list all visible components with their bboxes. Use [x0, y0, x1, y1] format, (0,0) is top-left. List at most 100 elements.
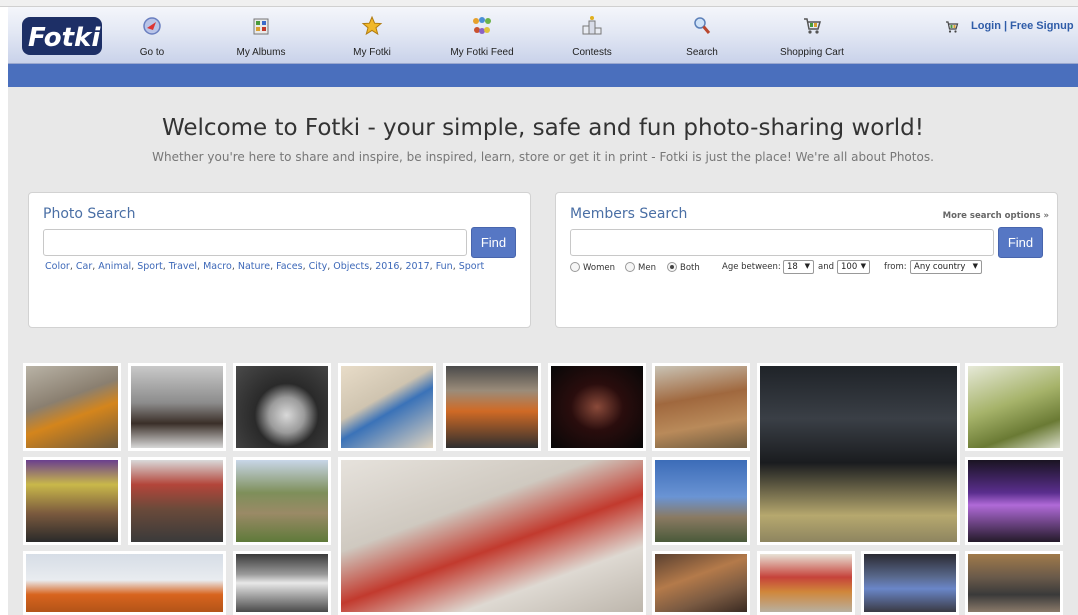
photo-winter-trees[interactable] [652, 457, 750, 545]
main-content: Welcome to Fotki - your simple, safe and… [8, 87, 1078, 615]
photo-vintage-motorcycle[interactable] [128, 363, 226, 451]
photo-thumbnail-image [655, 366, 747, 448]
photo-find-button[interactable]: Find [471, 227, 516, 258]
photo-magazine-cover[interactable] [23, 457, 121, 545]
photo-stage-performers[interactable] [548, 363, 646, 451]
nav-contests[interactable]: Contests [547, 15, 637, 58]
age-max-select[interactable]: 100 ▼ [837, 260, 870, 274]
photo-thumbnail-image [131, 366, 223, 448]
photo-thumbnail-image [760, 366, 957, 542]
photo-woman-portrait[interactable] [652, 551, 750, 615]
photo-tag-link[interactable]: Fun [436, 261, 453, 272]
photo-thumbnail-image [26, 366, 118, 448]
more-search-options-link[interactable]: More search options » [943, 211, 1049, 221]
country-arrow-icon: ▼ [972, 262, 978, 270]
albums-icon [253, 18, 269, 35]
photo-tag-link[interactable]: Travel [169, 261, 197, 272]
photo-tag-link[interactable]: Nature [238, 261, 270, 272]
photo-thumbnail-image [236, 554, 328, 612]
photo-tag-link[interactable]: Faces [276, 261, 302, 272]
photo-tag-link[interactable]: Objects [333, 261, 369, 272]
gender-men-option[interactable]: Men [625, 262, 656, 273]
gender-women-option[interactable]: Women [570, 262, 615, 273]
photo-thumbnail-image [968, 554, 1060, 612]
photo-tow-truck[interactable] [23, 551, 226, 615]
photo-tag-link[interactable]: Animal [98, 261, 131, 272]
photo-search-input[interactable] [43, 229, 467, 256]
photo-stormtrooper[interactable] [233, 551, 331, 615]
photo-country-path[interactable] [233, 457, 331, 545]
country-value: Any country [914, 262, 966, 272]
photo-thumbnail-image [341, 460, 643, 612]
free-signup-link[interactable]: Free Signup [1010, 20, 1074, 32]
photo-blue-classic-car[interactable] [861, 551, 959, 615]
age-between-label: Age between: [722, 262, 781, 272]
country-select[interactable]: Any country ▼ [910, 260, 982, 274]
gender-women-radio[interactable] [570, 262, 580, 272]
photo-stacked-boxes[interactable] [338, 457, 646, 615]
nav-fotki-feed[interactable]: My Fotki Feed [437, 15, 527, 58]
photo-orange-toy-car[interactable] [443, 363, 541, 451]
browser-top-strip [0, 0, 1078, 7]
mini-cart-icon[interactable] [945, 20, 959, 34]
photo-vinyl-record[interactable] [338, 363, 436, 451]
nav-goto[interactable]: Go to [107, 15, 197, 58]
photo-car-wheel[interactable] [233, 363, 331, 451]
photo-toy-car-shelf[interactable] [757, 551, 855, 615]
gender-men-label: Men [638, 263, 656, 273]
gender-women-label: Women [583, 263, 616, 273]
podium-icon [582, 16, 602, 35]
gender-men-radio[interactable] [625, 262, 635, 272]
site-header: Fotki Go to My Albums My Fotki My Fotki … [8, 7, 1078, 64]
photo-singer-stage[interactable] [965, 457, 1063, 545]
photo-tag-link[interactable]: 2017 [405, 261, 429, 272]
gender-both-radio[interactable] [667, 262, 677, 272]
photo-search-title: Photo Search [43, 206, 136, 222]
photo-thumbnail-image [655, 460, 747, 542]
age-min-select[interactable]: 18 ▼ [783, 260, 814, 274]
photo-tag-link[interactable]: Sport [137, 261, 163, 272]
nav-search[interactable]: Search [657, 15, 747, 58]
photo-tag-link[interactable]: City [309, 261, 328, 272]
photo-thumbnail-image [864, 554, 956, 612]
photo-thumbnail-image [26, 554, 223, 612]
photo-thumbnail-image [760, 554, 852, 612]
photo-black-pickup-truck[interactable] [757, 363, 960, 545]
age-max-value: 100 [841, 262, 858, 272]
members-find-button[interactable]: Find [998, 227, 1043, 258]
photo-tag-link[interactable]: Car [76, 261, 92, 272]
nav-my-albums-label: My Albums [236, 47, 286, 58]
auth-links: Login | Free Signup [971, 20, 1074, 32]
photo-autumn-branches[interactable] [652, 363, 750, 451]
photo-thumbnail-image [26, 460, 118, 542]
photo-tag-list: Color, Car, Animal, Sport, Travel, Macro… [45, 261, 484, 272]
photo-thumbnail-image [446, 366, 538, 448]
photo-street-cafe[interactable] [128, 457, 226, 545]
members-search-input[interactable] [570, 229, 994, 256]
members-search-panel: Members Search More search options » Fin… [555, 192, 1058, 328]
photo-green-vines[interactable] [965, 363, 1063, 451]
nav-my-fotki-label: My Fotki [353, 47, 391, 58]
photo-street-night[interactable] [965, 551, 1063, 615]
nav-fotki-feed-label: My Fotki Feed [450, 47, 514, 58]
nav-shopping-cart[interactable]: Shopping Cart [767, 15, 857, 58]
nav-my-fotki[interactable]: My Fotki [327, 15, 417, 58]
feed-icon [473, 17, 491, 34]
cart-icon [804, 18, 821, 34]
login-link[interactable]: Login [971, 20, 1001, 32]
photo-search-panel: Photo Search Find Color, Car, Animal, Sp… [28, 192, 531, 328]
photo-tag-link[interactable]: Sport [459, 261, 485, 272]
fotki-logo[interactable]: Fotki [20, 14, 104, 58]
photo-orange-car-model[interactable] [23, 363, 121, 451]
nav-search-label: Search [686, 47, 718, 58]
logo-text: Fotki [28, 23, 101, 53]
photo-thumbnail-image [655, 554, 747, 612]
welcome-subtitle: Whether you're here to share and inspire… [152, 150, 934, 164]
photo-tag-link[interactable]: 2016 [375, 261, 399, 272]
photo-thumbnail-image [131, 460, 223, 542]
photo-tag-link[interactable]: Color [45, 261, 70, 272]
gender-both-option[interactable]: Both [667, 262, 700, 273]
gender-both-label: Both [680, 263, 700, 273]
photo-tag-link[interactable]: Macro [203, 261, 232, 272]
nav-my-albums[interactable]: My Albums [216, 15, 306, 58]
